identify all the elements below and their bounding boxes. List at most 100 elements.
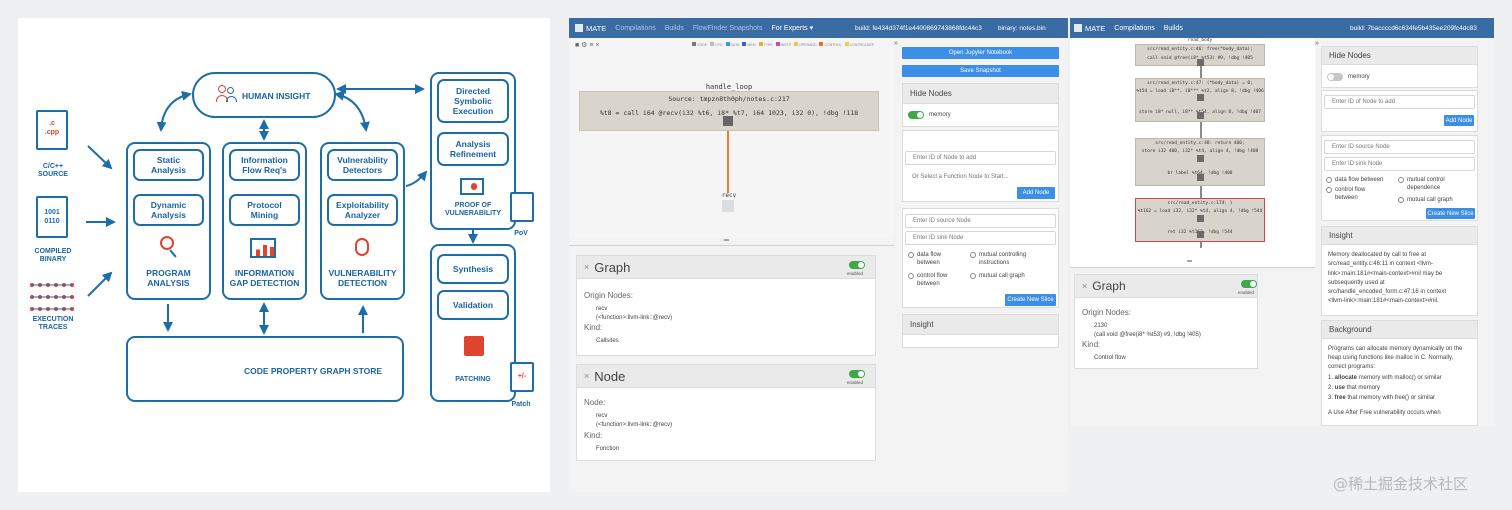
insight-text: Memory deallocated by call to free at src… [1328, 252, 1447, 305]
graph-function-node[interactable]: Source: tmpzn8th0ph/notes.c:217 %t8 = ca… [579, 91, 879, 131]
program-analysis-title: PROGRAM ANALYSIS [146, 268, 191, 288]
add-node-button[interactable]: Add Node [1444, 115, 1474, 126]
puzzle-icon [464, 336, 484, 356]
source-node-input[interactable]: Enter ID source Node [1324, 140, 1475, 154]
node-enabled-toggle[interactable] [849, 370, 865, 378]
binary-name: binary: notes.bin [998, 24, 1046, 32]
origin-node-id: (<function>:llvm-link::@recv) [596, 315, 673, 321]
collapse-icon[interactable]: » [894, 40, 898, 47]
memory-toggle[interactable] [908, 111, 924, 119]
graph-node-2[interactable]: src/read_entity.c:47: (*body_data) = 0; … [1135, 78, 1265, 122]
save-snapshot-button[interactable]: Save Snapshot [902, 65, 1059, 77]
node-info-panel: × Node enabled Node: recv (<function>:ll… [576, 364, 876, 461]
data-flow-radio[interactable] [1326, 177, 1332, 183]
mate-logo: MATE [575, 24, 606, 33]
node-id-input[interactable]: Enter ID of Node to add [905, 151, 1056, 165]
data-flow-radio[interactable] [908, 252, 914, 258]
nav-builds[interactable]: Builds [1164, 25, 1183, 32]
nav-compilations[interactable]: Compilations [615, 25, 655, 32]
static-analysis: Static Analysis [133, 149, 204, 181]
sink-node-input[interactable]: Enter ID sink Node [905, 231, 1056, 245]
graph-enabled-toggle[interactable] [1241, 280, 1257, 288]
insight-header: Insight [1322, 227, 1477, 245]
dynamic-analysis: Dynamic Analysis [133, 194, 204, 226]
function-select[interactable]: Or Select a Function Node to Start... [905, 170, 1056, 184]
execution-traces-icon [30, 283, 74, 311]
kind-label: Kind: [584, 431, 603, 440]
node-id: (<function>:llvm-link::@recv) [596, 422, 673, 428]
nav-flowfinder-snapshots[interactable]: FlowFinder Snapshots [693, 25, 763, 32]
graph-enabled-toggle[interactable] [849, 261, 865, 269]
create-slice-button[interactable]: Create New Slice [1426, 208, 1475, 219]
nav-builds[interactable]: Builds [665, 25, 684, 32]
kind-label: Kind: [584, 323, 603, 332]
architecture-diagram: .c .cpp C/C++ SOURCE 1001 0110 COMPILED BI… [18, 18, 550, 492]
traces-label: EXECUTION TRACES [32, 316, 74, 331]
background-header: Background [1322, 321, 1477, 339]
control-flow-label: control flow between [917, 273, 948, 287]
slice-card: Enter ID source Node Enter ID sink Node … [902, 208, 1059, 308]
exploitability-analyzer: Exploitability Analyzer [327, 194, 398, 226]
proof-of-vulnerability-box: Directed Symbolic Execution Analysis Refine… [430, 72, 516, 230]
graph-canvas[interactable]: read_body src/read_entity.c:46: free(*bo… [1070, 38, 1315, 268]
close-icon[interactable]: × [1082, 281, 1087, 291]
binary-digits-2: 0110 [44, 218, 60, 225]
background-text: Programs can allocate memory dynamically… [1328, 346, 1463, 370]
mutual-controlling-radio[interactable] [970, 252, 976, 258]
validation: Validation [437, 290, 509, 320]
panel-divider-handle[interactable]: ═ [1187, 258, 1192, 265]
close-icon[interactable]: × [584, 371, 589, 381]
binary-digits-1: 1001 [44, 209, 60, 216]
people-icon [216, 85, 238, 105]
slice-card: Enter ID source Node Enter ID sink Node … [1321, 135, 1478, 221]
create-slice-button[interactable]: Create New Slice [1005, 294, 1056, 306]
call-edge [727, 131, 729, 193]
background-tail: A Use After Free vulnerability occurs wh… [1328, 410, 1441, 416]
add-node-button[interactable]: Add Node [1017, 187, 1055, 199]
panel-divider-handle[interactable]: ═ [724, 237, 729, 244]
build-hash: build: fe434d374f1e4400869743868fdc44c3 [855, 24, 982, 32]
control-flow-radio[interactable] [908, 273, 914, 279]
sink-node-input[interactable]: Enter ID sink Node [1324, 157, 1475, 171]
callee-node[interactable] [722, 200, 734, 212]
pov-badge: PoV [514, 230, 528, 237]
graph-panel-header: × Graph [577, 256, 875, 279]
insight-card: Insight Memory deallocated by call to fr… [1321, 226, 1478, 316]
memory-toggle[interactable] [1327, 73, 1343, 81]
nav-compilations[interactable]: Compilations [1114, 25, 1154, 32]
node-panel-header: × Node [577, 365, 875, 388]
kind-value: Function [596, 446, 620, 452]
graph-node-3[interactable]: src/read_entity.c:48: return 400; store … [1135, 138, 1265, 186]
magnifier-icon [160, 236, 174, 250]
callee-label: recv [721, 192, 737, 199]
close-icon[interactable]: × [584, 262, 589, 272]
navbar: MATE Compilations Builds FlowFinder Snap… [569, 18, 1068, 38]
mutual-call-graph-radio[interactable] [970, 273, 976, 279]
mutual-call-graph-label: mutual call graph [1407, 197, 1453, 203]
origin-nodes-label: Origin Nodes: [1082, 308, 1131, 317]
control-flow-radio[interactable] [1326, 187, 1332, 193]
graph-node-1[interactable]: src/read_entity.c:46: free(*body_data); … [1135, 44, 1265, 66]
collapse-icon[interactable]: » [1315, 40, 1319, 47]
mutual-call-graph-radio[interactable] [1398, 197, 1404, 203]
watermark: @稀土掘金技术社区 [1333, 475, 1469, 493]
source-file-icon: .c .cpp [36, 110, 68, 150]
mutual-control-label: mutual control dependence [1407, 177, 1445, 191]
nav-for-experts-dropdown[interactable]: For Experts ▾ [771, 24, 813, 32]
patching-title: PATCHING [455, 376, 491, 383]
canvas-tools[interactable]: ■ ⚙ ≡ × [575, 41, 600, 49]
kind-value: Control flow [1094, 355, 1126, 361]
graph-canvas[interactable]: ■ ⚙ ≡ × CODE CFG DATA MEM TYPE INSTR OPE… [569, 38, 894, 238]
graph-node-4-highlighted[interactable]: src/read_entity.c:174: } %t162 = load i3… [1135, 198, 1265, 242]
mutual-control-radio[interactable] [1398, 177, 1404, 183]
cpg-store-label: CODE PROPERTY GRAPH STORE [243, 366, 383, 376]
mate-window-1: MATE Compilations Builds FlowFinder Snap… [569, 18, 1068, 492]
insight-header: Insight [903, 315, 1058, 335]
insight-card: Insight [902, 314, 1059, 348]
information-gap-title: INFORMATION GAP DETECTION [229, 268, 300, 288]
pov-title: PROOF OF VULNERABILITY [445, 202, 501, 217]
source-node-input[interactable]: Enter ID source Node [905, 214, 1056, 228]
binary-label: COMPILED BINARY [34, 248, 72, 263]
open-jupyter-button[interactable]: Open Jupyter Notebook [902, 47, 1059, 59]
node-id-input[interactable]: Enter ID of Node to add [1324, 95, 1475, 109]
